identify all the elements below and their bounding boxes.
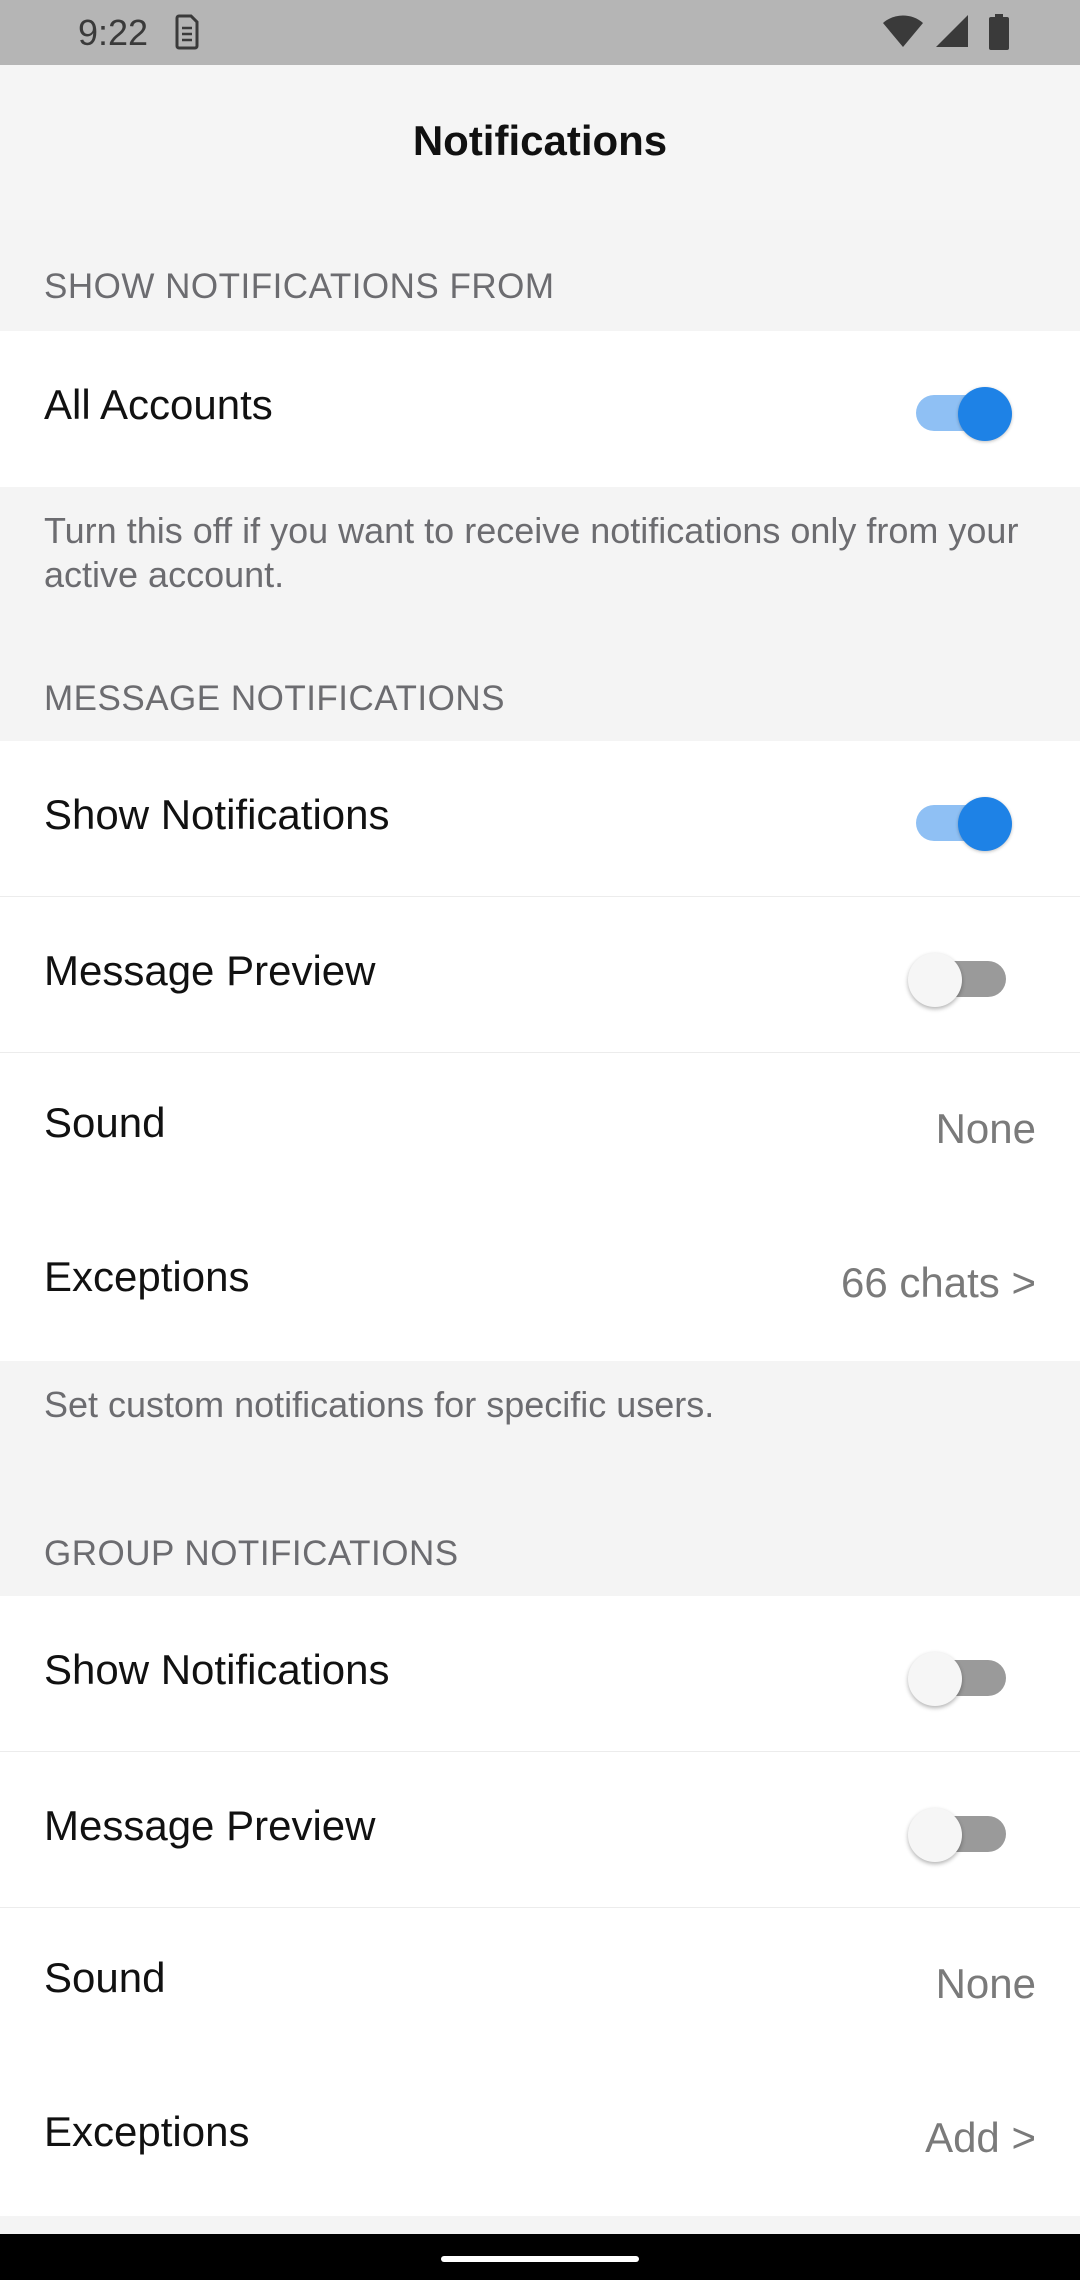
message-exceptions-label: Exceptions (44, 1253, 250, 1300)
battery-icon (989, 14, 1009, 50)
sim-card-icon (175, 14, 199, 50)
message-show-notifications-row[interactable]: Show Notifications (0, 741, 1080, 897)
status-bar: 9:22 (0, 0, 1080, 65)
toggle-thumb (908, 953, 962, 1007)
group-message-preview-toggle[interactable] (908, 1804, 1008, 1862)
message-sound-value: None (935, 1105, 1036, 1152)
status-time: 9:22 (78, 12, 149, 53)
message-exceptions-row[interactable]: Exceptions 66 chats > (0, 1207, 1080, 1361)
group-show-notifications-label: Show Notifications (44, 1646, 390, 1693)
message-exceptions-value: 66 chats > (841, 1259, 1036, 1306)
page-title: Notifications (412, 117, 668, 164)
section-header-message: MESSAGE NOTIFICATIONS (0, 665, 1080, 741)
group-show-notifications-toggle[interactable] (908, 1648, 1008, 1706)
section-header-label: SHOW NOTIFICATIONS FROM (44, 267, 555, 306)
group-message-preview-row[interactable]: Message Preview (0, 1752, 1080, 1908)
all-accounts-toggle[interactable] (908, 383, 1012, 441)
section-header-label: GROUP NOTIFICATIONS (44, 1534, 459, 1573)
section-header-group: GROUP NOTIFICATIONS (0, 1478, 1080, 1596)
toggle-thumb (958, 797, 1012, 851)
all-accounts-label: All Accounts (44, 381, 273, 428)
message-sound-row[interactable]: Sound None (0, 1053, 1080, 1207)
group-exceptions-value: Add > (925, 2114, 1036, 2161)
wifi-icon (883, 15, 923, 47)
app-header: Notifications (0, 65, 1080, 220)
group-message-preview-label: Message Preview (44, 1802, 376, 1849)
toggle-thumb (908, 1652, 962, 1706)
message-preview-toggle[interactable] (908, 949, 1008, 1007)
group-sound-value: None (935, 1960, 1036, 2007)
message-preview-label: Message Preview (44, 947, 376, 994)
cell-signal-icon (936, 15, 968, 47)
group-exceptions-label: Exceptions (44, 2108, 250, 2155)
all-accounts-info: Turn this off if you want to receive not… (0, 487, 1080, 665)
section-header-show-from: SHOW NOTIFICATIONS FROM (0, 220, 1080, 331)
all-accounts-row[interactable]: All Accounts (0, 331, 1080, 487)
home-gesture-handle[interactable] (441, 2256, 639, 2262)
message-show-notifications-label: Show Notifications (44, 791, 390, 838)
message-show-notifications-toggle[interactable] (908, 793, 1012, 851)
group-sound-row[interactable]: Sound None (0, 1908, 1080, 2062)
group-sound-label: Sound (44, 1954, 166, 2001)
navigation-bar (0, 2234, 1080, 2280)
settings-list: SHOW NOTIFICATIONS FROM All Accounts Tur… (0, 220, 1080, 2216)
group-exceptions-row[interactable]: Exceptions Add > (0, 2062, 1080, 2216)
message-preview-row[interactable]: Message Preview (0, 897, 1080, 1053)
group-show-notifications-row[interactable]: Show Notifications (0, 1596, 1080, 1752)
message-exceptions-info-text: Set custom notifications for specific us… (44, 1384, 715, 1425)
all-accounts-info-text: Turn this off if you want to receive not… (44, 510, 1019, 595)
toggle-thumb (908, 1808, 962, 1862)
message-exceptions-info: Set custom notifications for specific us… (0, 1361, 1080, 1478)
section-header-label: MESSAGE NOTIFICATIONS (44, 679, 506, 718)
message-sound-label: Sound (44, 1099, 166, 1146)
toggle-thumb (958, 387, 1012, 441)
